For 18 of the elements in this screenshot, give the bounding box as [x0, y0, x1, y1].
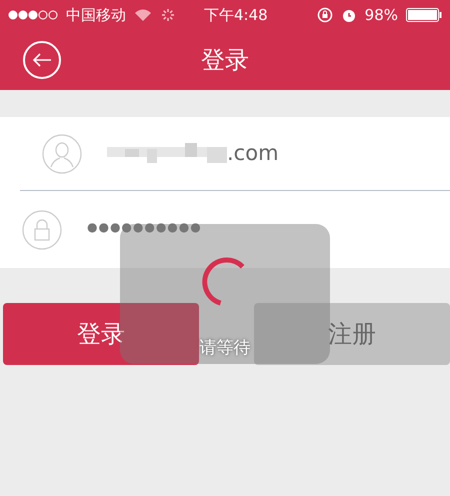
email-field[interactable]: .com: [107, 138, 279, 170]
wifi-icon: [134, 8, 152, 22]
back-arrow-icon: [32, 52, 52, 68]
signal-icon: [8, 10, 58, 20]
lock-icon: [22, 210, 62, 250]
activity-icon: [160, 7, 176, 23]
clock-time: 下午4:48: [204, 4, 268, 26]
battery-icon: [406, 8, 442, 22]
alarm-icon: [340, 7, 357, 23]
register-button[interactable]: 注册: [254, 303, 450, 365]
page-title: 登录: [201, 45, 249, 76]
back-button[interactable]: [23, 41, 61, 79]
login-button[interactable]: 登录: [3, 303, 199, 365]
loading-label: 请等待: [200, 337, 250, 360]
battery-percent: 98%: [364, 4, 398, 26]
rotation-lock-icon: [316, 7, 333, 23]
user-icon: [42, 134, 82, 174]
carrier-name: 中国移动: [66, 4, 126, 26]
